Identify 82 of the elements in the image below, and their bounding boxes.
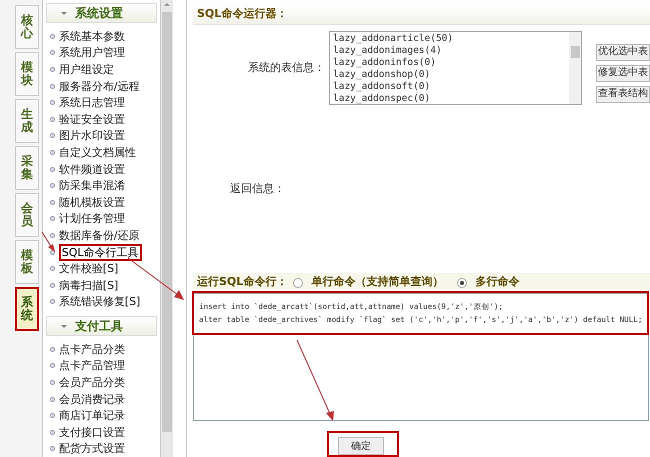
bullet-icon xyxy=(50,216,55,222)
menu-item[interactable]: 点卡产品分类 xyxy=(58,342,125,356)
bullet-icon xyxy=(50,430,55,435)
menu-item[interactable]: 随机模板设置 xyxy=(58,196,125,209)
bullet-icon xyxy=(50,346,55,352)
menu-item[interactable]: 软件频道设置 xyxy=(58,162,125,176)
bullet-icon xyxy=(50,299,55,304)
bullet-icon xyxy=(50,34,55,39)
side-tab[interactable]: 模块 xyxy=(14,52,39,96)
field-label: 系统的表信息： xyxy=(247,60,326,76)
menu-item[interactable]: 计划任务管理 xyxy=(58,212,125,226)
field-label: 返回信息： xyxy=(229,180,285,197)
section-header[interactable]: 系统设置 xyxy=(46,3,158,23)
table-option[interactable]: lazy_addonarticle(50) xyxy=(333,33,569,46)
bullet-icon xyxy=(50,282,55,288)
radio-label: 多行命令 xyxy=(475,274,520,290)
table-option[interactable]: lazy_addonsoft(0) xyxy=(333,81,569,94)
menu-item[interactable]: 系统日志管理 xyxy=(58,96,125,110)
table-option[interactable]: lazy_addonspec(0) xyxy=(333,93,569,106)
menu-item[interactable]: 数据库备份/还原 xyxy=(58,228,140,242)
bullet-icon xyxy=(50,413,55,418)
menu-item[interactable]: 支付接口设置 xyxy=(58,426,125,439)
menu-item[interactable]: 自定义文档属性 xyxy=(58,146,136,159)
table-option[interactable]: lazy_addonshop(0) xyxy=(333,69,569,82)
side-tab[interactable]: 生成 xyxy=(14,99,39,143)
bullet-icon xyxy=(50,116,55,122)
table-option[interactable]: lazy_addonimages(4) xyxy=(333,45,569,58)
table-action-button[interactable]: 修复选中表 xyxy=(596,64,650,82)
menu-item[interactable]: 配货方式设置 xyxy=(58,442,125,456)
menu-item[interactable]: 图片水印设置 xyxy=(58,129,125,142)
menu-item[interactable]: 会员产品分类 xyxy=(58,376,125,390)
radio-button[interactable] xyxy=(293,278,304,288)
side-tab[interactable]: 采集 xyxy=(14,146,39,190)
table-list[interactable]: lazy_addonarticle(50) lazy_addonimages(4) lazy_addoninfos(0) lazy_addonshop(0) lazy_addonsoft(0) lazy_addonspec(0) xyxy=(329,31,582,106)
submit-button[interactable]: 确定 xyxy=(338,437,384,455)
side-tab[interactable]: 会员 xyxy=(14,193,39,237)
bullet-icon xyxy=(50,266,55,272)
bullet-icon xyxy=(50,150,55,155)
bullet-icon xyxy=(50,232,55,238)
section-title: 支付工具 xyxy=(74,318,123,336)
menu-item[interactable]: 用户组设定 xyxy=(58,62,114,76)
menu-item[interactable]: 服务器分布/远程 xyxy=(58,80,140,93)
menu-item[interactable]: 系统用户管理 xyxy=(58,46,125,60)
menu-item[interactable]: 系统错误修复[S] xyxy=(58,295,140,308)
menu-item[interactable]: 会员消费记录 xyxy=(58,392,125,406)
bullet-icon xyxy=(50,183,55,188)
panel-title: SQL命令运行器： xyxy=(197,6,288,22)
bullet-icon xyxy=(50,133,55,138)
section-title: 系统设置 xyxy=(74,5,123,22)
table-option[interactable]: lazy_addoninfos(0) xyxy=(333,57,569,70)
menu-item[interactable]: 商店订单记录 xyxy=(58,409,125,422)
bullet-icon xyxy=(50,396,55,402)
side-tab[interactable]: 系统 xyxy=(14,287,39,331)
bullet-icon xyxy=(50,100,55,106)
bullet-icon xyxy=(50,446,55,452)
bullet-icon xyxy=(50,166,55,172)
radio-label: 单行命令（支持简单查询） xyxy=(311,274,444,290)
menu-item[interactable]: 文件校验[S] xyxy=(58,262,118,276)
side-tab[interactable]: 核心 xyxy=(14,5,39,49)
menu-item[interactable]: SQL命令行工具 xyxy=(58,244,142,261)
radio-button[interactable] xyxy=(457,278,468,288)
section-header[interactable]: 支付工具 xyxy=(46,316,158,336)
menu-item[interactable]: 点卡产品管理 xyxy=(58,359,125,372)
run-label: 运行SQL命令行： xyxy=(197,274,288,290)
table-action-button[interactable]: 优化选中表 xyxy=(596,44,650,61)
menu-item[interactable]: 防采集串混淆 xyxy=(58,179,125,192)
bullet-icon xyxy=(50,84,55,89)
bullet-icon xyxy=(50,380,55,386)
annotation-arrow xyxy=(42,232,55,252)
menu-item[interactable]: 验证安全设置 xyxy=(58,112,125,126)
caret-icon xyxy=(60,12,67,14)
list-scrollbar[interactable] xyxy=(569,32,581,104)
scrollbar[interactable] xyxy=(161,0,174,457)
menu-item[interactable]: 病毒扫描[S] xyxy=(58,278,118,292)
bullet-icon xyxy=(50,200,55,205)
menu-item[interactable]: 系统基本参数 xyxy=(58,30,125,43)
table-action-button[interactable]: 查看表结构 xyxy=(596,86,650,103)
bullet-icon xyxy=(50,50,55,56)
caret-icon xyxy=(60,324,67,328)
side-tab[interactable]: 模板 xyxy=(14,240,39,284)
bullet-icon xyxy=(50,66,55,72)
bullet-icon xyxy=(50,363,55,368)
